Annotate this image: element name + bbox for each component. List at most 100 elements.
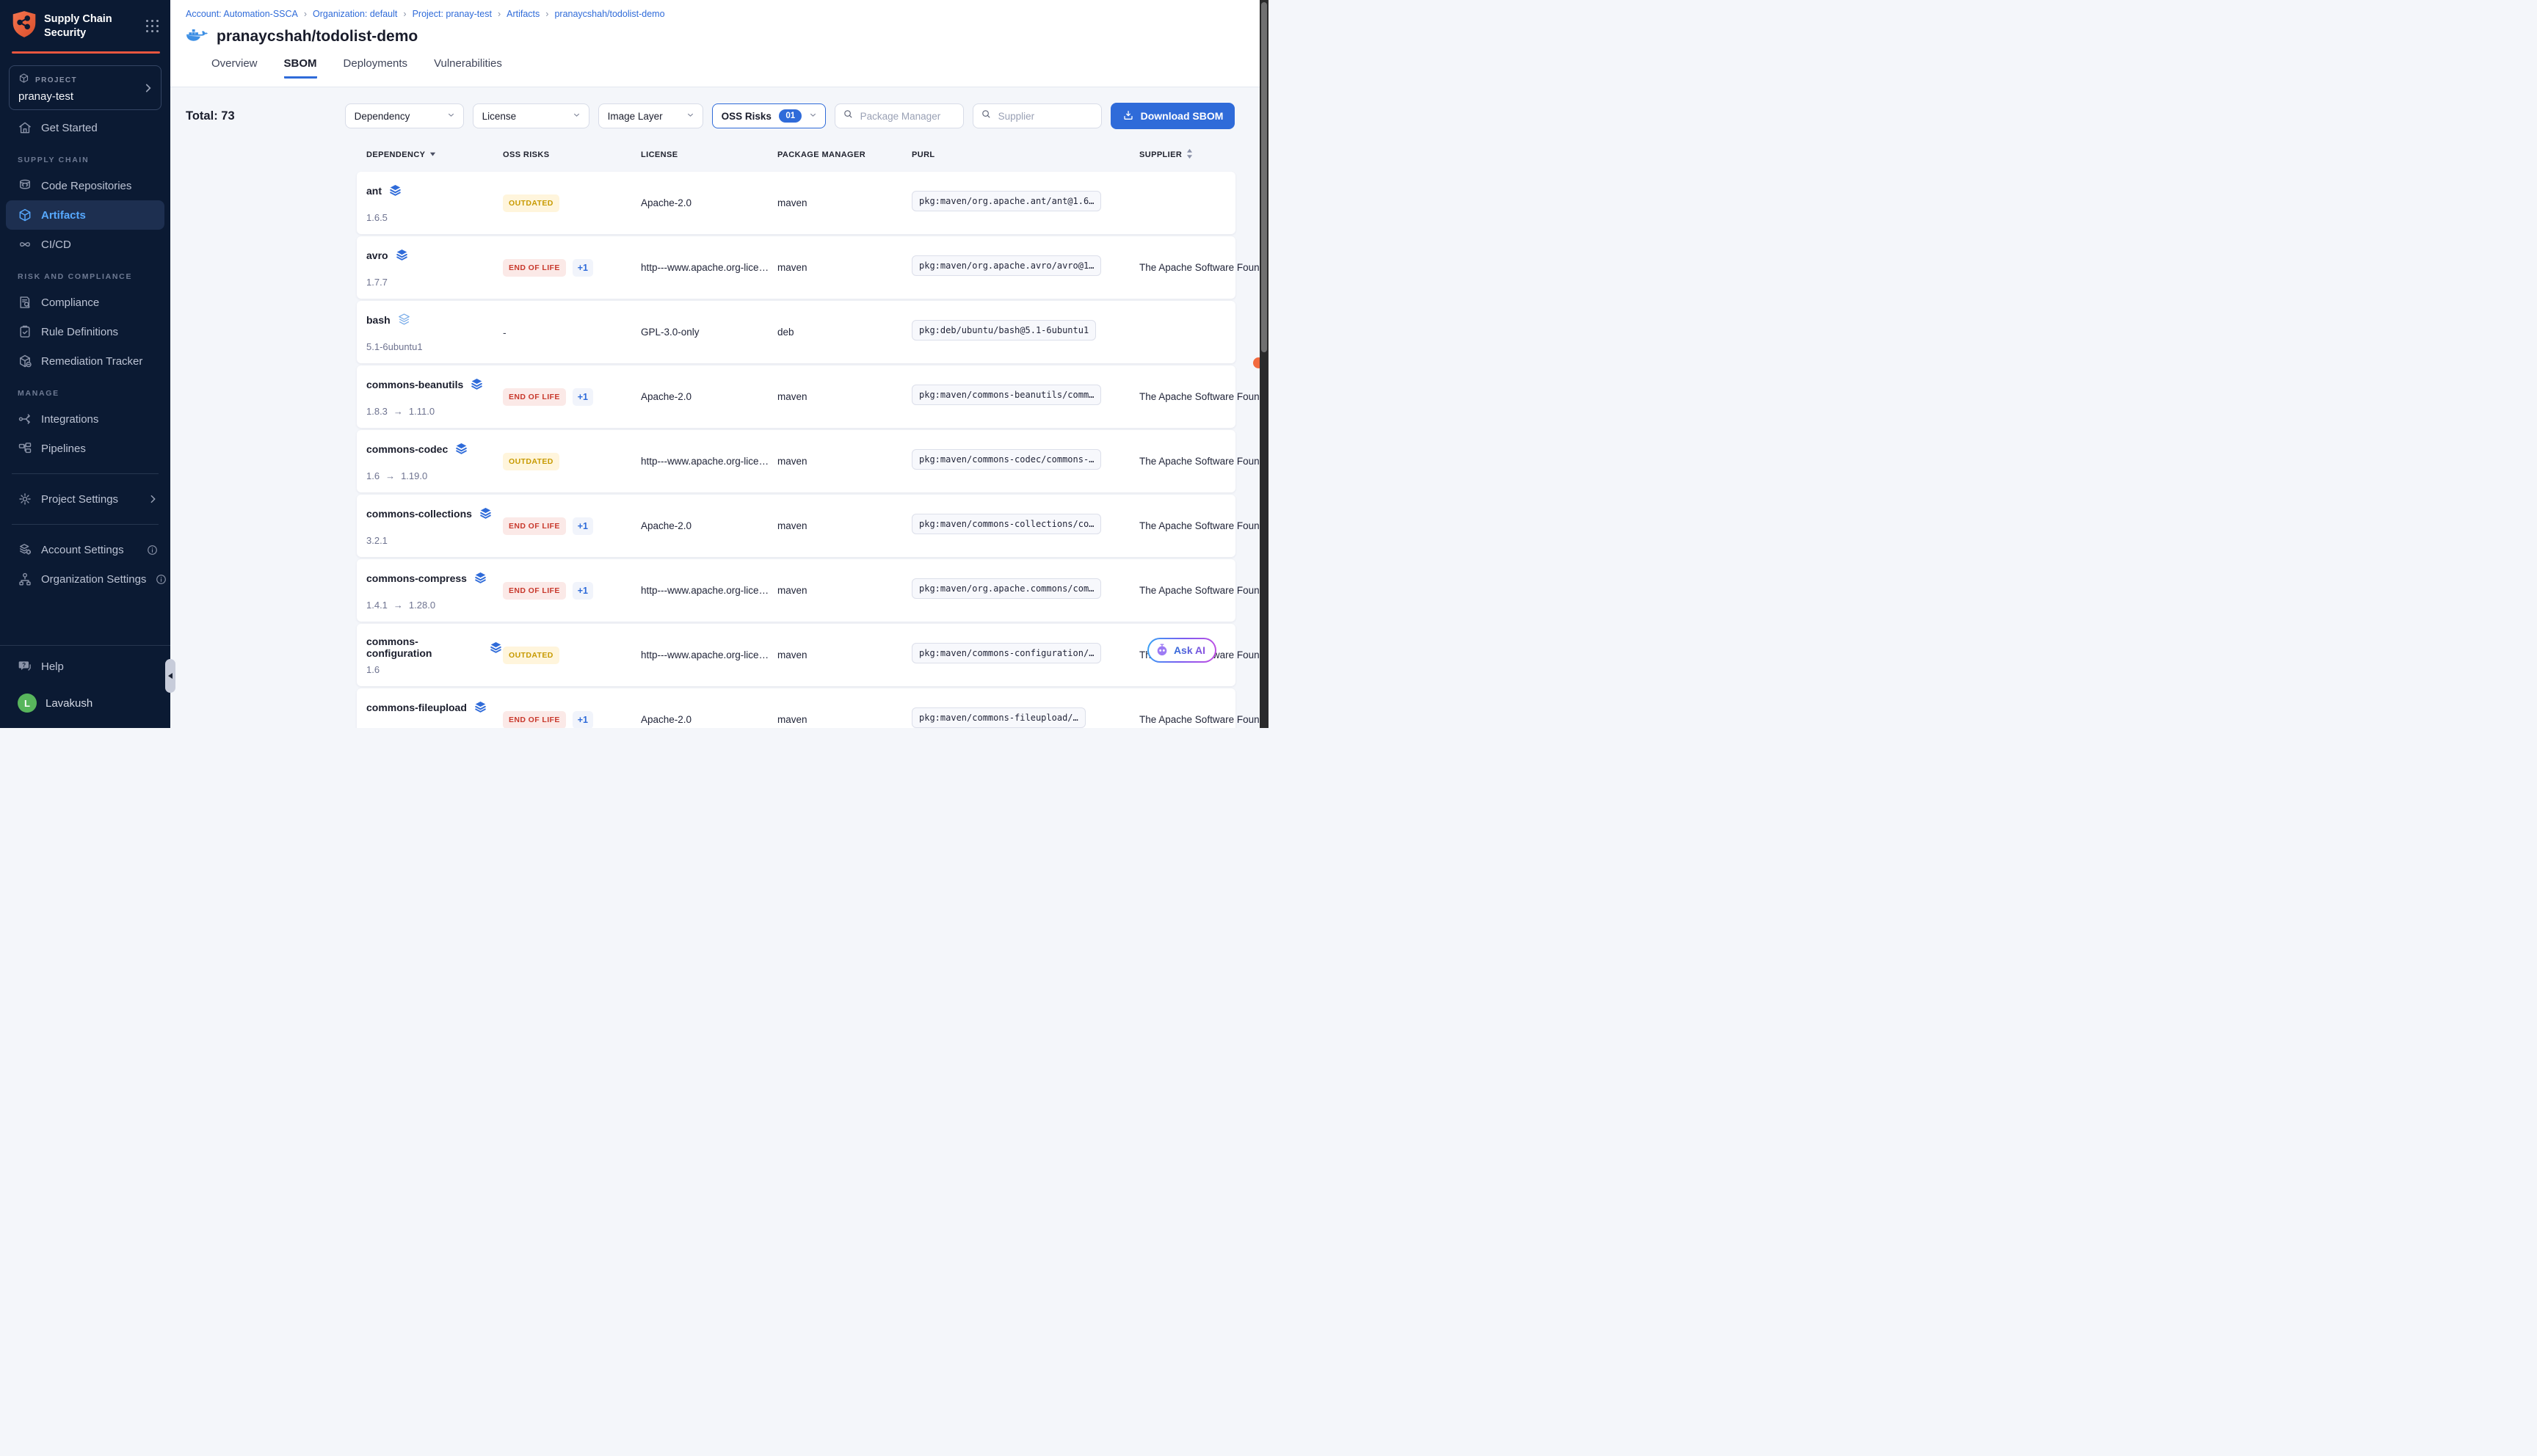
breadcrumb: Account: Automation-SSCA › Organization: d… [186, 9, 1260, 19]
supplier-cell: The Apache Software Foun… [1139, 520, 1260, 531]
sidebar-item-compliance[interactable]: Compliance [0, 288, 170, 317]
sidebar-item-code-repositories[interactable]: Code Repositories [0, 171, 170, 200]
sidebar-item-rule-definitions[interactable]: Rule Definitions [0, 317, 170, 346]
scrollbar-thumb[interactable] [1261, 2, 1267, 352]
oss-risk-cell: END OF LIFE+1 [503, 517, 641, 535]
breadcrumb-link[interactable]: pranaycshah/todolist-demo [554, 9, 664, 19]
oss-risk-cell: END OF LIFE +1 [503, 388, 641, 406]
risk-badge: END OF LIFE [503, 388, 566, 406]
project-selector[interactable]: PROJECT pranay-test [9, 65, 161, 110]
risk-badge: OUTDATED [503, 194, 559, 212]
doc-search-icon [18, 295, 32, 310]
more-risks-chip[interactable]: +1 [573, 582, 593, 600]
supplier-cell: The Apache Software Foun… [1139, 391, 1260, 402]
dependency-name: commons-codec [366, 443, 448, 455]
breadcrumb-link[interactable]: Account: Automation-SSCA [186, 9, 298, 19]
column-header-label: PURL [912, 150, 935, 159]
app-switcher-grid-icon[interactable] [145, 19, 160, 34]
dependency-version: 1.7.7 [366, 277, 503, 288]
chevron-right-icon [147, 493, 159, 505]
breadcrumb-link[interactable]: Project: pranay-test [413, 9, 492, 19]
package-manager-input[interactable] [859, 110, 946, 123]
sidebar-item-remediation-tracker[interactable]: Remediation Tracker [0, 346, 170, 376]
svg-text:?: ? [22, 662, 26, 669]
sidebar: Supply Chain Security PROJECT pranay-tes… [0, 0, 170, 728]
sidebar-item-ci-cd[interactable]: CI/CD [0, 230, 170, 259]
oss-risk-cell: OUTDATED [503, 647, 641, 664]
more-risks-chip[interactable]: +1 [573, 711, 593, 729]
sidebar-collapse-handle[interactable] [165, 659, 175, 693]
download-sbom-button[interactable]: Download SBOM [1111, 103, 1235, 129]
table-row: commons-configuration1.6OUTDATEDhttp---w… [357, 624, 1235, 686]
sort-both-icon[interactable] [1186, 148, 1193, 161]
package-manager-search [835, 103, 964, 128]
sidebar-item-integrations[interactable]: Integrations [0, 404, 170, 434]
oss-risk-cell: END OF LIFE +1 [503, 259, 641, 277]
dependency-version: 1.6 [366, 664, 503, 675]
column-header-supplier[interactable]: SUPPLIER [1139, 148, 1260, 161]
nav-section-label: SUPPLY CHAIN [0, 142, 170, 171]
filter-license-dropdown[interactable]: License [473, 103, 589, 128]
sort-desc-icon[interactable] [429, 150, 436, 159]
sidebar-item-organization-settings[interactable]: Organization Settings [0, 564, 170, 594]
scrollbar-track[interactable] [1260, 0, 1268, 728]
chevron-down-icon [686, 110, 695, 122]
purl-pill[interactable]: pkg:maven/commons-codec/commons-… [912, 449, 1101, 470]
tab-overview[interactable]: Overview [211, 57, 258, 79]
license-cell: Apache-2.0 [641, 520, 777, 531]
ai-robot-icon [1155, 643, 1169, 658]
risk-badge: OUTDATED [503, 647, 559, 664]
oss-risks-count-badge: 01 [779, 109, 802, 123]
tab-sbom[interactable]: SBOM [284, 57, 317, 79]
nav-divider [12, 473, 159, 474]
more-risks-chip[interactable]: +1 [573, 259, 593, 277]
pipeline-icon [18, 441, 32, 456]
nav-section-label: MANAGE [0, 376, 170, 404]
more-risks-chip[interactable]: +1 [573, 517, 593, 535]
sidebar-item-project-settings[interactable]: Project Settings [0, 484, 170, 514]
column-header-dependency[interactable]: DEPENDENCY [366, 150, 503, 159]
purl-pill[interactable]: pkg:maven/commons-configuration/… [912, 643, 1101, 663]
layers-icon [397, 313, 411, 327]
purl-pill[interactable]: pkg:maven/org.apache.ant/ant@1.6… [912, 191, 1101, 211]
supplier-cell: The Apache Software Foun… [1139, 585, 1260, 596]
purl-pill[interactable]: pkg:maven/org.apache.avro/avro@1… [912, 255, 1101, 276]
dependency-version: 5.1-6ubuntu1 [366, 341, 503, 352]
sidebar-item-help[interactable]: ? Help [0, 652, 170, 681]
tab-vulnerabilities[interactable]: Vulnerabilities [434, 57, 502, 79]
oss-risk-cell: END OF LIFE+1 [503, 711, 641, 729]
purl-pill[interactable]: pkg:deb/ubuntu/bash@5.1-6ubuntu1 [912, 320, 1096, 341]
package-manager-cell: maven [777, 197, 912, 208]
filter-oss-risks-dropdown[interactable]: OSS Risks 01 [712, 103, 826, 128]
sidebar-item-artifacts[interactable]: Artifacts [6, 200, 164, 230]
user-menu[interactable]: L Lavakush [0, 688, 170, 718]
tab-deployments[interactable]: Deployments [344, 57, 408, 79]
breadcrumb-link[interactable]: Artifacts [507, 9, 540, 19]
purl-pill[interactable]: pkg:maven/org.apache.commons/com… [912, 578, 1101, 599]
upgrade-arrow-icon: → [393, 600, 403, 611]
sidebar-item-account-settings[interactable]: Account Settings [0, 535, 170, 564]
purl-pill[interactable]: pkg:maven/commons-fileupload/… [912, 707, 1086, 728]
ask-ai-button[interactable]: Ask AI [1147, 638, 1216, 663]
nav-section-label: RISK AND COMPLIANCE [0, 259, 170, 288]
info-icon [146, 544, 159, 556]
risk-badge: END OF LIFE [503, 259, 566, 277]
supplier-input[interactable] [997, 110, 1084, 123]
accent-divider [12, 51, 160, 54]
layers-icon [388, 183, 402, 197]
filter-image-layer-dropdown[interactable]: Image Layer [598, 103, 703, 128]
filter-dependency-dropdown[interactable]: Dependency [345, 103, 464, 128]
package-manager-cell: maven [777, 520, 912, 531]
tab-bar: Overview SBOM Deployments Vulnerabilities [211, 57, 1260, 79]
sidebar-item-get-started[interactable]: Get Started [0, 113, 170, 142]
purl-pill[interactable]: pkg:maven/commons-beanutils/comm… [912, 385, 1101, 405]
breadcrumb-link[interactable]: Organization: default [313, 9, 397, 19]
toolbar: Total: 73 Dependency License Image Layer… [186, 103, 1244, 129]
search-icon [843, 109, 854, 123]
sidebar-item-label: Account Settings [41, 544, 137, 556]
sidebar-item-label: Get Started [41, 122, 161, 134]
sidebar-item-pipelines[interactable]: Pipelines [0, 434, 170, 463]
purl-pill[interactable]: pkg:maven/commons-collections/co… [912, 514, 1101, 534]
breadcrumb-separator: › [403, 9, 406, 19]
more-risks-chip[interactable]: +1 [573, 388, 593, 406]
